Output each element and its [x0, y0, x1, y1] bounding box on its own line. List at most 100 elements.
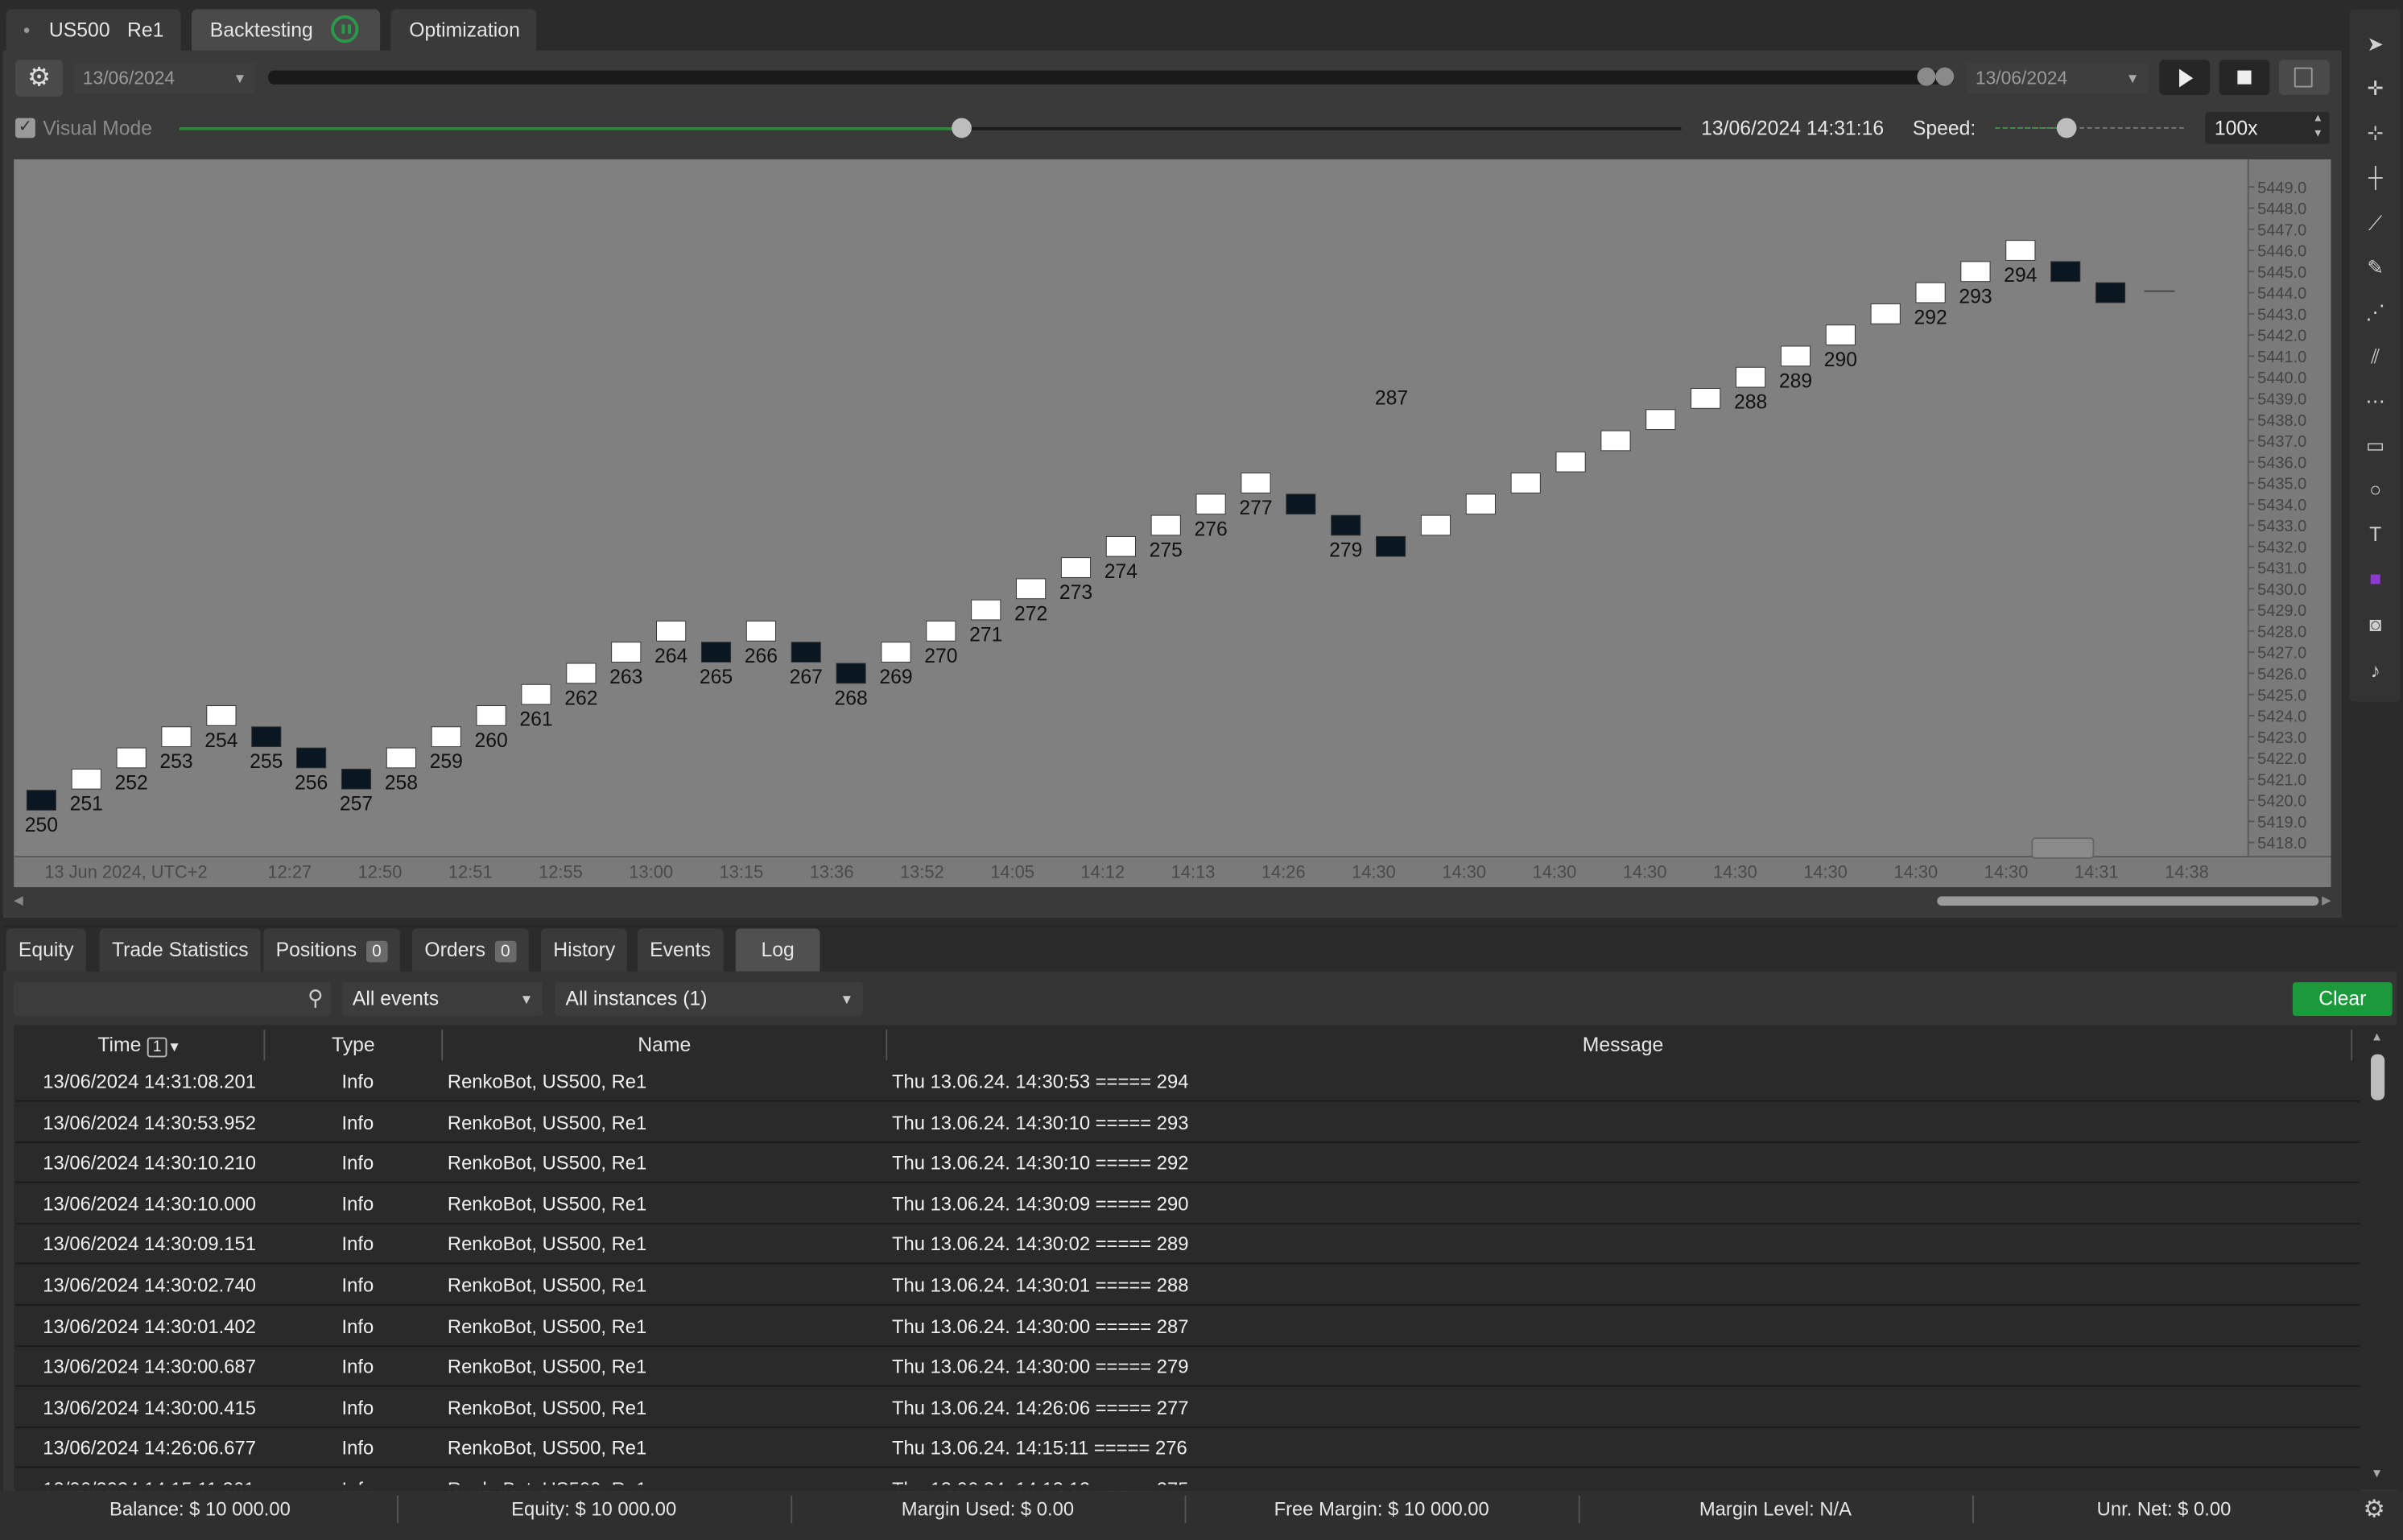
- brick-label: 266: [745, 646, 778, 667]
- tab-log[interactable]: Log: [735, 928, 820, 972]
- speed-slider-handle[interactable]: [2055, 118, 2076, 138]
- channel-icon[interactable]: ⫽: [2362, 343, 2389, 370]
- brick-label: 274: [1104, 561, 1138, 583]
- x-tick-label: 12:55: [539, 862, 583, 882]
- y-tick-label: 5430.0: [2257, 581, 2306, 599]
- tab-positions[interactable]: Positions 0: [263, 928, 400, 972]
- table-bottom-mask: [15, 1484, 2360, 1492]
- y-tick-label: 5424.0: [2257, 708, 2306, 726]
- camera-icon[interactable]: ◙: [2362, 611, 2389, 638]
- brick-label: 261: [519, 709, 552, 731]
- tab-equity[interactable]: Equity: [6, 928, 86, 972]
- column-header-message[interactable]: Message: [887, 1030, 2359, 1060]
- events-filter-value: All events: [352, 986, 440, 1010]
- x-tick-label: 14:12: [1080, 862, 1125, 882]
- brick-label: 292: [1914, 308, 1947, 329]
- color-swatch-icon[interactable]: ■: [2362, 565, 2389, 592]
- crosshair-plus-icon[interactable]: ⊹: [2362, 119, 2389, 147]
- y-tick-label: 5425.0: [2257, 687, 2306, 704]
- scroll-left-icon[interactable]: ◀: [14, 894, 23, 907]
- margin-level-readout: Margin Level: N/A: [1579, 1496, 1972, 1523]
- renko-brick-up: [431, 726, 461, 748]
- chart-scrollbar-thumb[interactable]: [1937, 896, 2319, 906]
- renko-chart[interactable]: 5449.0 5448.0 5447.0 5446.0 5445.0 5444.0 5443…: [14, 159, 2331, 888]
- y-tick-label: 5443.0: [2257, 306, 2306, 324]
- instances-filter-value: All instances (1): [565, 986, 708, 1010]
- renko-brick-up: [386, 747, 416, 769]
- stop-button[interactable]: [2219, 60, 2270, 96]
- visual-mode-checkbox[interactable]: ✓: [15, 118, 35, 138]
- column-header-name[interactable]: Name: [443, 1030, 886, 1060]
- tab-trade-statistics[interactable]: Trade Statistics: [99, 928, 261, 972]
- text-icon[interactable]: T: [2362, 521, 2389, 548]
- range-end-handle[interactable]: [1935, 67, 1955, 86]
- bell-icon[interactable]: ♪: [2362, 658, 2389, 685]
- clear-button-label: Clear: [2318, 986, 2367, 1010]
- playback-track: [179, 126, 1682, 130]
- status-dot-icon: ●: [23, 23, 31, 37]
- renko-brick-down: [1286, 493, 1316, 515]
- settings-gear-icon[interactable]: ⚙: [15, 60, 64, 97]
- x-tick-label: 13:15: [720, 862, 764, 882]
- column-header-type[interactable]: Type: [265, 1030, 441, 1060]
- stepper-arrows-icon[interactable]: ▲ ▼: [2313, 112, 2323, 142]
- y-tick-label: 5444.0: [2257, 285, 2306, 303]
- tab-symbol-label: US500: [48, 18, 110, 42]
- ellipse-icon[interactable]: ○: [2362, 477, 2389, 504]
- brick-label: 276: [1194, 518, 1227, 540]
- scroll-down-icon[interactable]: ▼: [2371, 1467, 2383, 1480]
- pen-icon[interactable]: ✎: [2362, 254, 2389, 282]
- horizontal-line-icon[interactable]: ┼: [2362, 164, 2389, 192]
- y-tick-label: 5418.0: [2257, 835, 2306, 853]
- crosshair-icon[interactable]: ✛: [2362, 75, 2389, 102]
- range-start-handle[interactable]: [1917, 67, 1936, 86]
- scroll-up-icon[interactable]: ▲: [2371, 1030, 2383, 1043]
- speed-input[interactable]: 100x ▲ ▼: [2205, 111, 2330, 144]
- tab-events[interactable]: Events: [637, 928, 724, 972]
- tab-optimization[interactable]: Optimization: [390, 9, 537, 52]
- scroll-right-icon[interactable]: ▶: [2322, 894, 2331, 907]
- play-button[interactable]: [2159, 60, 2211, 96]
- balance-readout: Balance: $ 10 000.00: [109, 1498, 291, 1521]
- y-tick-label: 5438.0: [2257, 412, 2306, 430]
- stop-icon: [2237, 70, 2252, 85]
- y-tick-label: 5436.0: [2257, 454, 2306, 472]
- events-filter-select[interactable]: All events ▼: [341, 982, 543, 1017]
- y-tick-label: 5448.0: [2257, 200, 2306, 218]
- playback-slider-handle[interactable]: [951, 118, 972, 138]
- tab-equity-label: Equity: [18, 937, 74, 961]
- end-date-picker[interactable]: 13/06/2024 ▼: [1966, 63, 2149, 94]
- save-report-button[interactable]: [2278, 60, 2330, 96]
- tab-history[interactable]: History: [541, 928, 628, 972]
- renko-brick-up: [1691, 388, 1721, 409]
- renko-brick-down: [251, 726, 282, 748]
- log-scrollbar-thumb[interactable]: [2371, 1054, 2385, 1100]
- fibonacci-icon[interactable]: ⋰: [2362, 299, 2389, 326]
- tab-orders[interactable]: Orders 0: [412, 928, 529, 972]
- brick-label: 279: [1329, 540, 1362, 562]
- y-tick-label: 5441.0: [2257, 349, 2306, 366]
- footer-settings-gear-icon[interactable]: ⚙: [2364, 1494, 2385, 1525]
- brick-label: 263: [609, 667, 642, 688]
- renko-brick-down: [2050, 261, 2081, 283]
- renko-brick-up: [1555, 451, 1586, 473]
- log-search-input[interactable]: ⚲: [14, 982, 332, 1017]
- y-tick-label: 5419.0: [2257, 814, 2306, 832]
- start-date-picker[interactable]: 13/06/2024 ▼: [73, 63, 256, 94]
- x-tick-label: 14:30: [1713, 862, 1757, 882]
- grid-icon[interactable]: ⋯: [2362, 388, 2389, 415]
- tab-symbol[interactable]: ● US500 Re1: [6, 9, 181, 52]
- x-tick-label: 12:51: [448, 862, 493, 882]
- trendline-icon[interactable]: ⟋: [2362, 210, 2389, 237]
- clear-button[interactable]: Clear: [2292, 982, 2393, 1017]
- brick-label: 252: [115, 772, 148, 794]
- tab-backtesting[interactable]: Backtesting: [191, 9, 381, 52]
- pointer-icon[interactable]: ➤: [2362, 31, 2389, 58]
- column-header-time[interactable]: Time 1 ▼: [15, 1030, 263, 1060]
- x-tick-label: 14:30: [1352, 862, 1396, 882]
- renko-brick-up: [1780, 345, 1811, 367]
- instances-filter-select[interactable]: All instances (1) ▼: [555, 982, 863, 1017]
- renko-brick-up: [745, 621, 776, 642]
- rectangle-icon[interactable]: ▭: [2362, 432, 2389, 460]
- x-tick-label: 14:30: [1623, 862, 1667, 882]
